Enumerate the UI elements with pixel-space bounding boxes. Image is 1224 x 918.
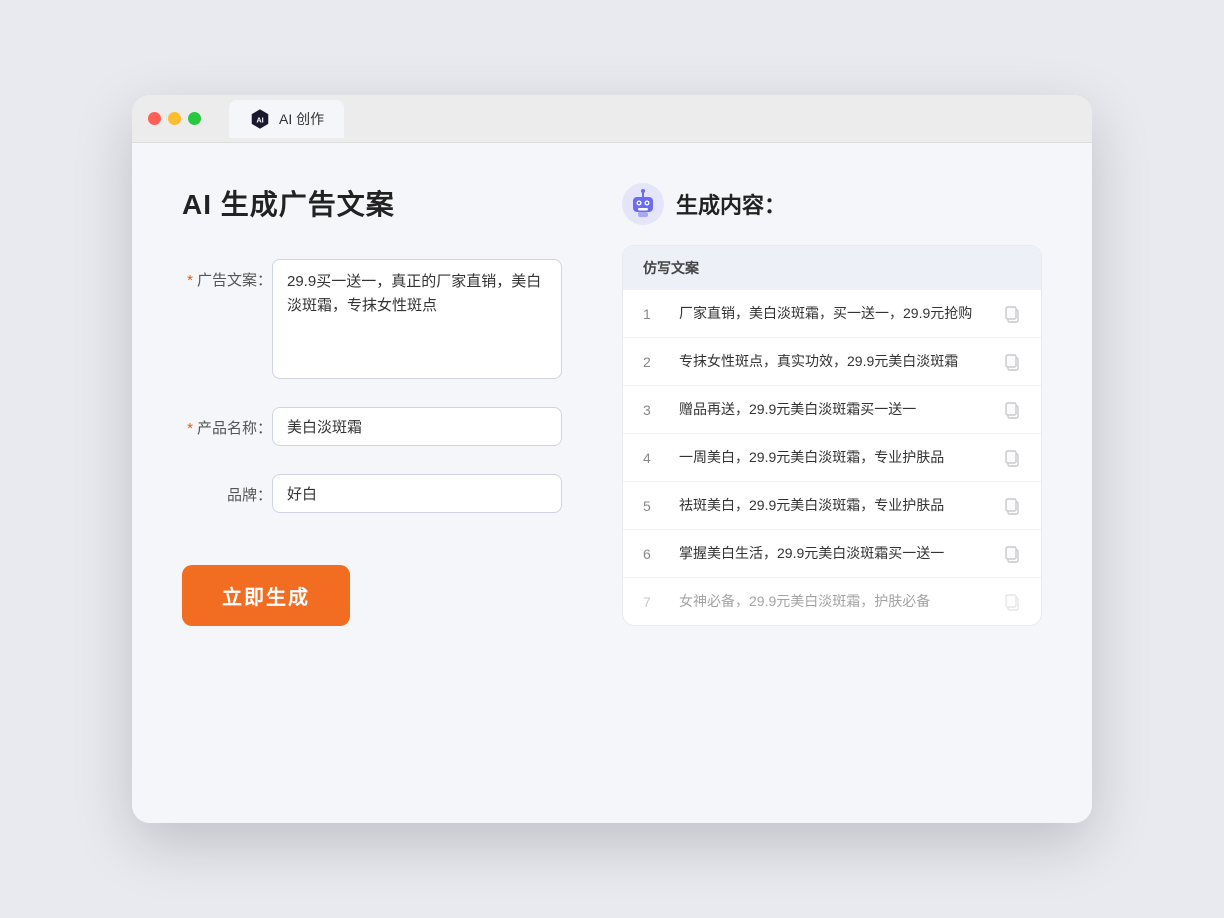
main-layout: AI 生成广告文案 *广告文案： 29.9买一送一，真正的厂家直销，美白淡斑霜，… [182, 183, 1042, 626]
result-row: 1 厂家直销，美白淡斑霜，买一送一，29.9元抢购 [623, 290, 1041, 338]
result-rows-container: 1 厂家直销，美白淡斑霜，买一送一，29.9元抢购 2 专抹女性斑点，真实功效，29… [623, 290, 1041, 625]
result-row: 7 女神必备，29.9元美白淡斑霜，护肤必备 [623, 578, 1041, 625]
copy-icon[interactable] [1003, 401, 1021, 419]
right-panel: 生成内容： 仿写文案 1 厂家直销，美白淡斑霜，买一送一，29.9元抢购 2 专抹女… [622, 183, 1042, 626]
product-name-input[interactable] [272, 407, 562, 446]
row-number: 6 [643, 546, 663, 562]
copy-icon[interactable] [1003, 593, 1021, 611]
copy-icon[interactable] [1003, 305, 1021, 323]
result-table-header: 仿写文案 [623, 246, 1041, 290]
result-row: 6 掌握美白生活，29.9元美白淡斑霜买一送一 [623, 530, 1041, 578]
maximize-button[interactable] [188, 112, 201, 125]
required-star-1: * [187, 272, 193, 289]
ad-copy-group: *广告文案： 29.9买一送一，真正的厂家直销，美白淡斑霜，专抹女性斑点 [182, 259, 562, 379]
titlebar: AI AI 创作 [132, 95, 1092, 143]
row-text: 祛斑美白，29.9元美白淡斑霜，专业护肤品 [679, 495, 987, 516]
row-text: 掌握美白生活，29.9元美白淡斑霜买一送一 [679, 543, 987, 564]
minimize-button[interactable] [168, 112, 181, 125]
ai-tab-icon: AI [249, 108, 271, 130]
row-text: 厂家直销，美白淡斑霜，买一送一，29.9元抢购 [679, 303, 987, 324]
copy-icon[interactable] [1003, 545, 1021, 563]
ad-copy-input[interactable]: 29.9买一送一，真正的厂家直销，美白淡斑霜，专抹女性斑点 [272, 259, 562, 379]
ai-tab[interactable]: AI AI 创作 [229, 100, 344, 138]
result-row: 5 祛斑美白，29.9元美白淡斑霜，专业护肤品 [623, 482, 1041, 530]
required-star-2: * [187, 420, 193, 437]
close-button[interactable] [148, 112, 161, 125]
browser-content: AI 生成广告文案 *广告文案： 29.9买一送一，真正的厂家直销，美白淡斑霜，… [132, 143, 1092, 823]
result-table: 仿写文案 1 厂家直销，美白淡斑霜，买一送一，29.9元抢购 2 专抹女性斑点，真实… [622, 245, 1042, 626]
row-text: 赠品再送，29.9元美白淡斑霜买一送一 [679, 399, 987, 420]
traffic-lights [148, 112, 201, 125]
result-row: 2 专抹女性斑点，真实功效，29.9元美白淡斑霜 [623, 338, 1041, 386]
row-text: 专抹女性斑点，真实功效，29.9元美白淡斑霜 [679, 351, 987, 372]
ad-copy-label: *广告文案： [182, 259, 272, 290]
page-title: AI 生成广告文案 [182, 183, 562, 223]
tab-label: AI 创作 [279, 109, 324, 129]
result-title: 生成内容： [676, 188, 786, 220]
row-number: 1 [643, 306, 663, 322]
row-text: 女神必备，29.9元美白淡斑霜，护肤必备 [679, 591, 987, 612]
product-name-group: *产品名称： [182, 407, 562, 446]
row-text: 一周美白，29.9元美白淡斑霜，专业护肤品 [679, 447, 987, 468]
result-row: 3 赠品再送，29.9元美白淡斑霜买一送一 [623, 386, 1041, 434]
row-number: 2 [643, 354, 663, 370]
brand-group: 品牌： [182, 474, 562, 513]
row-number: 7 [643, 594, 663, 610]
browser-window: AI AI 创作 AI 生成广告文案 *广告文案： 29.9买一送一，真正的厂家… [132, 95, 1092, 823]
copy-icon[interactable] [1003, 449, 1021, 467]
product-name-label: *产品名称： [182, 407, 272, 438]
result-row: 4 一周美白，29.9元美白淡斑霜，专业护肤品 [623, 434, 1041, 482]
copy-icon[interactable] [1003, 353, 1021, 371]
robot-icon [622, 183, 664, 225]
left-panel: AI 生成广告文案 *广告文案： 29.9买一送一，真正的厂家直销，美白淡斑霜，… [182, 183, 562, 626]
brand-label: 品牌： [182, 474, 272, 505]
row-number: 5 [643, 498, 663, 514]
svg-text:AI: AI [256, 115, 263, 124]
row-number: 3 [643, 402, 663, 418]
copy-icon[interactable] [1003, 497, 1021, 515]
brand-input[interactable] [272, 474, 562, 513]
row-number: 4 [643, 450, 663, 466]
result-header: 生成内容： [622, 183, 1042, 225]
generate-button[interactable]: 立即生成 [182, 565, 350, 626]
